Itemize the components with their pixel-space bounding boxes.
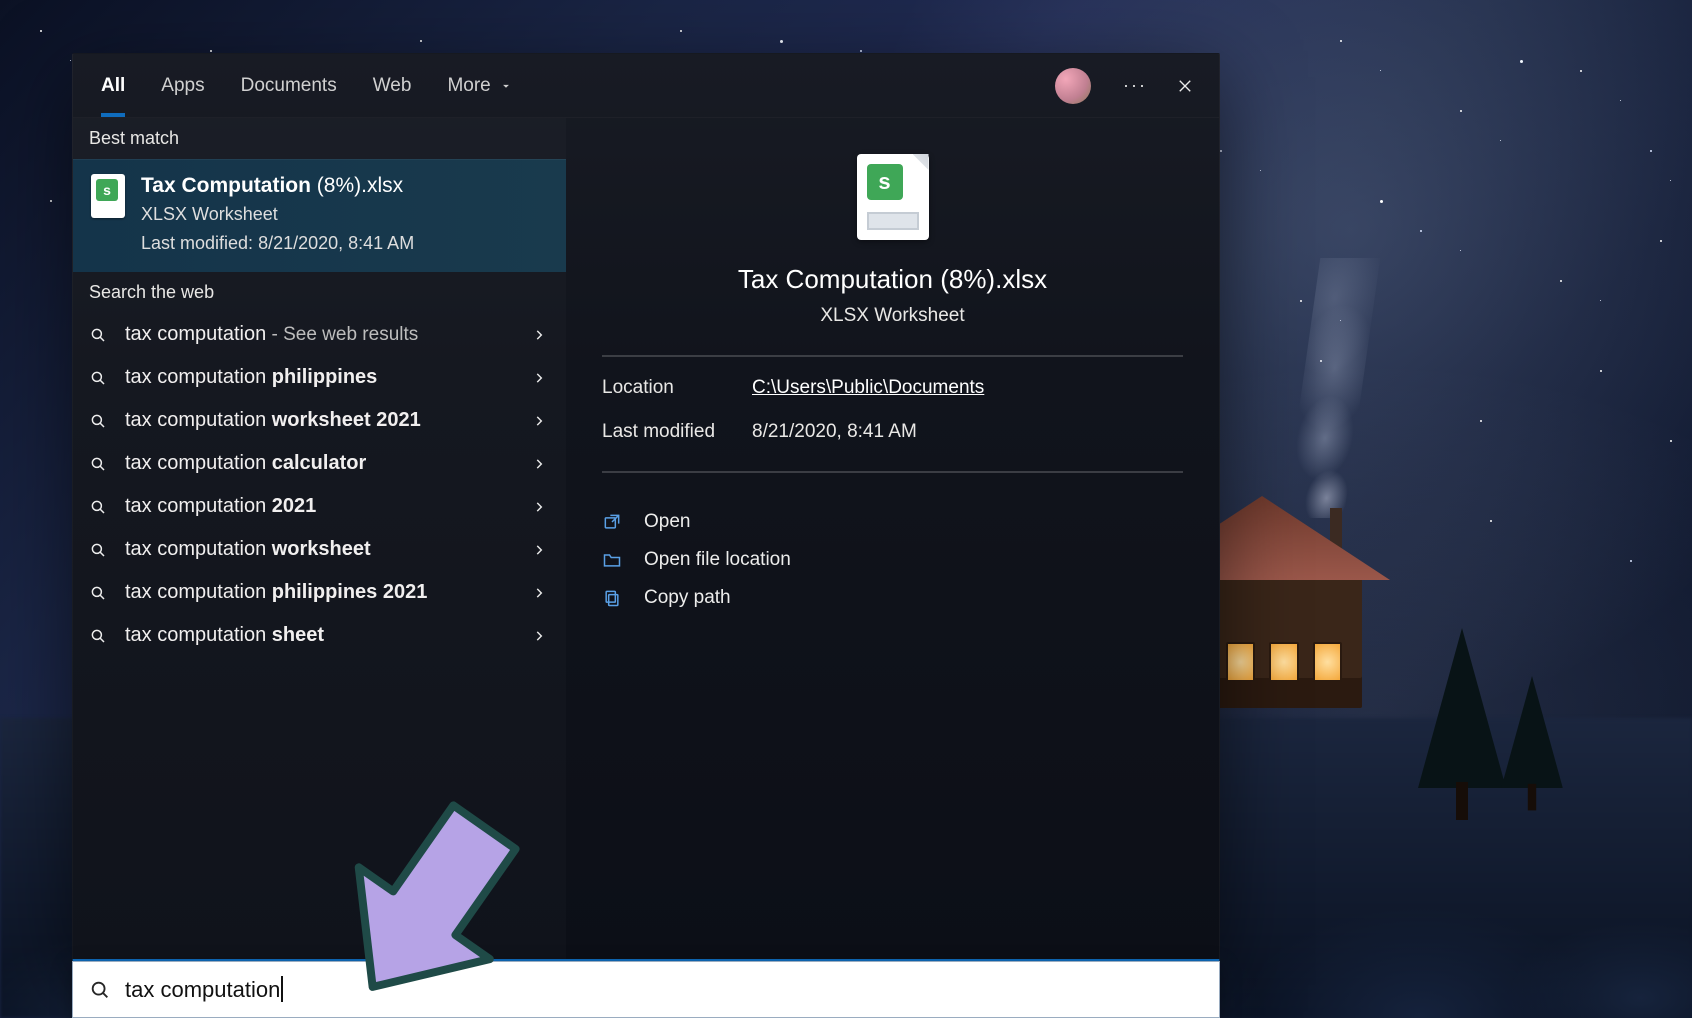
location-label: Location	[602, 377, 752, 399]
tab-more-label: More	[447, 75, 490, 97]
modified-value: 8/21/2020, 8:41 AM	[752, 421, 1183, 443]
filter-tabs: All Apps Documents Web More	[83, 54, 531, 117]
search-icon	[89, 326, 107, 344]
tab-apps[interactable]: Apps	[143, 54, 222, 117]
best-match-title-bold: Tax Computation	[141, 174, 311, 197]
best-match-item[interactable]: Tax Computation (8%).xlsx XLSX Worksheet…	[73, 159, 566, 272]
copy-path-action-label: Copy path	[644, 587, 731, 609]
chevron-right-icon	[532, 497, 546, 517]
location-link[interactable]: C:\Users\Public\Documents	[752, 377, 1183, 399]
web-suggestion-text: tax computation calculator	[125, 452, 366, 475]
copy-icon	[602, 588, 622, 608]
search-icon	[89, 498, 107, 516]
web-suggestion[interactable]: tax computation philippines	[73, 356, 566, 399]
search-icon	[89, 979, 111, 1001]
tab-documents-label: Documents	[241, 75, 337, 97]
preview-actions: Open Open file location Copy path	[602, 503, 1183, 617]
web-suggestion[interactable]: tax computation worksheet 2021	[73, 399, 566, 442]
close-icon	[1176, 77, 1194, 95]
open-action[interactable]: Open	[602, 503, 1183, 541]
chevron-right-icon	[532, 626, 546, 646]
open-location-action-label: Open file location	[644, 549, 791, 571]
best-match-modified-value: 8/21/2020, 8:41 AM	[258, 233, 414, 253]
tab-more[interactable]: More	[429, 54, 530, 117]
best-match-text: Tax Computation (8%).xlsx XLSX Worksheet…	[141, 174, 414, 254]
modified-label: Last modified	[602, 421, 752, 443]
tab-all[interactable]: All	[83, 54, 143, 117]
chevron-right-icon	[532, 583, 546, 603]
search-top-bar: All Apps Documents Web More ···	[73, 54, 1219, 118]
search-web-label: Search the web	[73, 272, 566, 313]
web-suggestion-text: tax computation 2021	[125, 495, 316, 518]
web-suggestion-text: tax computation philippines 2021	[125, 581, 427, 604]
chevron-right-icon	[532, 454, 546, 474]
chevron-right-icon	[532, 325, 546, 345]
tab-apps-label: Apps	[161, 75, 204, 97]
chevron-right-icon	[532, 368, 546, 388]
xlsx-file-icon-large	[857, 154, 929, 240]
web-suggestion-list: tax computation - See web results tax com…	[73, 313, 566, 657]
search-icon	[89, 627, 107, 645]
search-icon	[89, 541, 107, 559]
web-suggestion-text: tax computation worksheet 2021	[125, 409, 421, 432]
best-match-label: Best match	[73, 118, 566, 159]
best-match-modified-label: Last modified:	[141, 233, 258, 253]
web-suggestion[interactable]: tax computation - See web results	[73, 313, 566, 356]
web-suggestion-text: tax computation philippines	[125, 366, 377, 389]
preview-details: Location C:\Users\Public\Documents Last …	[602, 377, 1183, 443]
annotation-arrow	[300, 800, 560, 1010]
best-match-type: XLSX Worksheet	[141, 204, 414, 225]
web-suggestion-text: tax computation worksheet	[125, 538, 371, 561]
windows-search-flyout: All Apps Documents Web More ··· Best mat…	[72, 53, 1220, 961]
web-suggestion[interactable]: tax computation worksheet	[73, 528, 566, 571]
tab-web[interactable]: Web	[355, 54, 430, 117]
open-location-action[interactable]: Open file location	[602, 541, 1183, 579]
search-input[interactable]: tax computation	[72, 961, 1220, 1018]
best-match-title-rest: (8%).xlsx	[311, 174, 403, 197]
web-suggestion[interactable]: tax computation calculator	[73, 442, 566, 485]
search-icon	[89, 455, 107, 473]
web-suggestion[interactable]: tax computation sheet	[73, 614, 566, 657]
search-icon	[89, 412, 107, 430]
preview-title: Tax Computation (8%).xlsx	[738, 264, 1047, 295]
web-suggestion-text: tax computation sheet	[125, 624, 324, 647]
preview-panel: Tax Computation (8%).xlsx XLSX Worksheet…	[566, 118, 1219, 959]
chevron-right-icon	[532, 540, 546, 560]
tab-all-label: All	[101, 75, 125, 97]
chevron-down-icon	[499, 79, 513, 93]
open-icon	[602, 512, 622, 532]
web-suggestion-text: tax computation - See web results	[125, 323, 418, 346]
xlsx-file-icon	[91, 174, 125, 218]
close-button[interactable]	[1157, 64, 1213, 108]
web-suggestion[interactable]: tax computation 2021	[73, 485, 566, 528]
search-icon	[89, 369, 107, 387]
preview-type: XLSX Worksheet	[820, 305, 964, 327]
user-avatar[interactable]	[1055, 68, 1091, 104]
folder-icon	[602, 550, 622, 570]
web-suggestion[interactable]: tax computation philippines 2021	[73, 571, 566, 614]
chevron-right-icon	[532, 411, 546, 431]
options-button[interactable]: ···	[1113, 64, 1157, 108]
search-query-text: tax computation	[125, 976, 285, 1003]
tab-documents[interactable]: Documents	[223, 54, 355, 117]
search-icon	[89, 584, 107, 602]
open-action-label: Open	[644, 511, 690, 533]
copy-path-action[interactable]: Copy path	[602, 579, 1183, 617]
tab-web-label: Web	[373, 75, 412, 97]
